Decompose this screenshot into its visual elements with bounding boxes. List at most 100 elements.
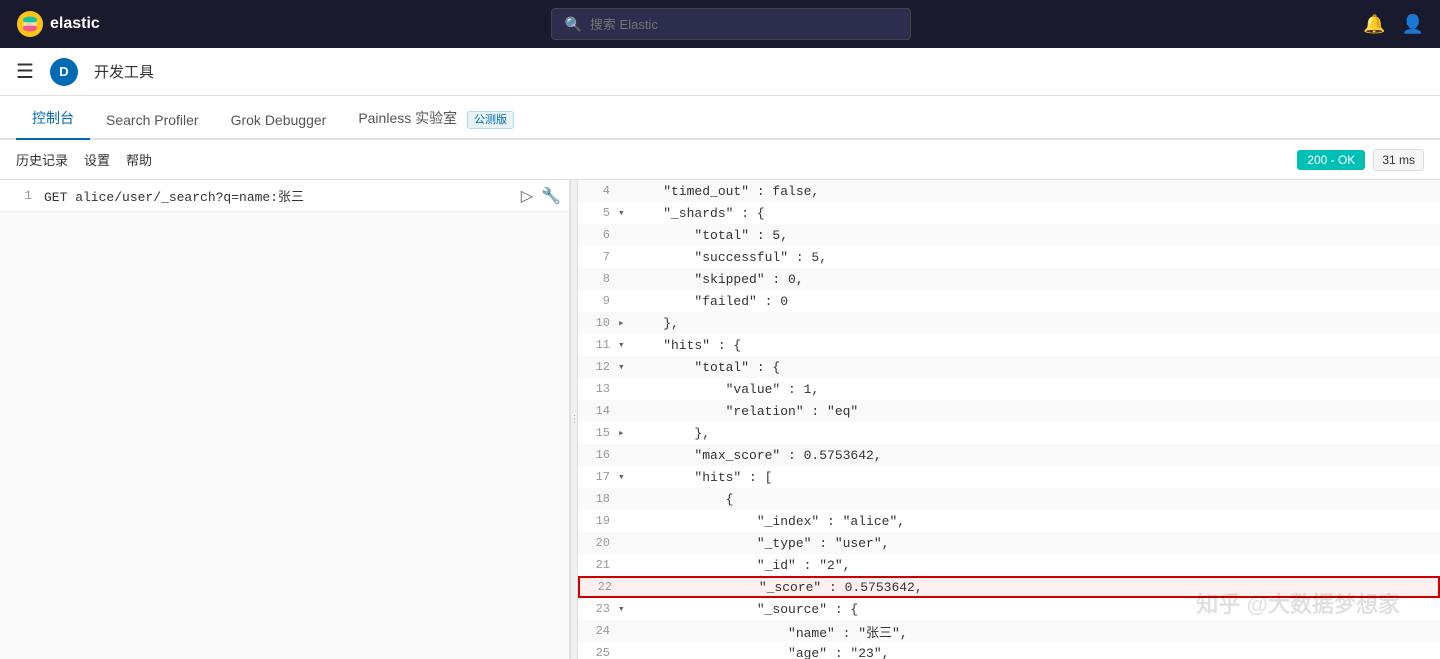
json-line-number: 10 — [582, 316, 618, 330]
json-line: 20 "_type" : "user", — [578, 532, 1440, 554]
json-line-content: "max_score" : 0.5753642, — [632, 448, 882, 463]
json-line-toggle[interactable]: ▸ — [618, 426, 632, 440]
tab-painless-label: Painless 实验室 — [358, 110, 457, 126]
json-line: 21 "_id" : "2", — [578, 554, 1440, 576]
json-line-number: 21 — [582, 558, 618, 572]
beta-badge: 公测版 — [467, 111, 514, 129]
logo-area: elastic — [16, 10, 100, 38]
sub-toolbar: 历史记录 设置 帮助 200 - OK 31 ms — [0, 140, 1440, 180]
editor-actions: ▷ 🔧 — [521, 186, 561, 206]
json-line: 9 "failed" : 0 — [578, 290, 1440, 312]
elastic-logo: elastic — [16, 10, 100, 38]
json-line: 6 "total" : 5, — [578, 224, 1440, 246]
json-line-content: "timed_out" : false, — [632, 184, 819, 199]
json-line-toggle[interactable]: ▾ — [618, 360, 632, 374]
json-line-toggle[interactable]: ▸ — [618, 316, 632, 330]
line-number: 1 — [8, 188, 32, 203]
json-line-number: 11 — [582, 338, 618, 352]
json-line-content: "total" : 5, — [632, 228, 788, 243]
search-input[interactable] — [590, 17, 899, 32]
json-line-number: 14 — [582, 404, 618, 418]
json-line: 17▾ "hits" : [ — [578, 466, 1440, 488]
second-toolbar: ☰ D 开发工具 — [0, 48, 1440, 96]
json-line-content: "_score" : 0.5753642, — [634, 580, 923, 595]
json-line-content: "_id" : "2", — [632, 558, 850, 573]
history-item[interactable]: 历史记录 — [16, 150, 68, 169]
editor-line: 1 GET alice/user/_search?q=name:张三 ▷ 🔧 — [0, 180, 569, 212]
notification-icon[interactable]: 🔔 — [1363, 14, 1385, 35]
json-line-number: 25 — [582, 646, 618, 659]
json-line-toggle[interactable]: ▾ — [618, 206, 632, 220]
json-line-content: "relation" : "eq" — [632, 404, 858, 419]
json-line-number: 17 — [582, 470, 618, 484]
avatar: D — [50, 58, 78, 86]
json-line-number: 15 — [582, 426, 618, 440]
elastic-logo-icon — [16, 10, 44, 38]
json-line-number: 23 — [582, 602, 618, 616]
json-line-number: 24 — [582, 624, 618, 638]
json-line-number: 12 — [582, 360, 618, 374]
json-line-number: 16 — [582, 448, 618, 462]
copy-icon[interactable]: 🔧 — [541, 186, 561, 206]
help-item[interactable]: 帮助 — [126, 150, 152, 169]
json-line-content: "skipped" : 0, — [632, 272, 804, 287]
json-line: 10▸ }, — [578, 312, 1440, 334]
json-line-toggle[interactable]: ▾ — [618, 470, 632, 484]
status-area: 200 - OK 31 ms — [1297, 149, 1424, 171]
json-line-toggle[interactable]: ▾ — [618, 338, 632, 352]
json-line-number: 19 — [582, 514, 618, 528]
json-line-number: 7 — [582, 250, 618, 264]
json-line-toggle[interactable]: ▾ — [618, 602, 632, 616]
json-line-number: 22 — [584, 580, 620, 594]
json-line-content: "successful" : 5, — [632, 250, 827, 265]
tab-console[interactable]: 控制台 — [16, 98, 90, 140]
json-line: 11▾ "hits" : { — [578, 334, 1440, 356]
json-line: 25 "age" : "23", — [578, 642, 1440, 659]
json-line-number: 9 — [582, 294, 618, 308]
hamburger-menu-icon[interactable]: ☰ — [16, 59, 34, 84]
global-search-bar[interactable]: 🔍 — [551, 8, 911, 40]
json-line-content: "value" : 1, — [632, 382, 819, 397]
user-icon[interactable]: 👤 — [1402, 14, 1424, 35]
json-line: 12▾ "total" : { — [578, 356, 1440, 378]
json-line: 7 "successful" : 5, — [578, 246, 1440, 268]
json-line: 4 "timed_out" : false, — [578, 180, 1440, 202]
settings-item[interactable]: 设置 — [84, 150, 110, 169]
right-panel: 4 "timed_out" : false,5▾ "_shards" : {6 … — [578, 180, 1440, 659]
json-line: 18 { — [578, 488, 1440, 510]
json-line: 24 "name" : "张三", — [578, 620, 1440, 642]
tab-grok-debugger[interactable]: Grok Debugger — [215, 102, 343, 140]
drag-handle[interactable]: ⋮ — [570, 180, 578, 659]
search-icon: 🔍 — [564, 16, 581, 33]
json-line-number: 8 — [582, 272, 618, 286]
json-line: 16 "max_score" : 0.5753642, — [578, 444, 1440, 466]
json-line-number: 13 — [582, 382, 618, 396]
elastic-logo-text: elastic — [50, 15, 100, 33]
sub-toolbar-left: 历史记录 设置 帮助 — [16, 150, 152, 169]
json-line-content: }, — [632, 426, 710, 441]
json-line-content: "age" : "23", — [632, 646, 889, 659]
editor-content[interactable]: GET alice/user/_search?q=name:张三 — [44, 186, 521, 205]
time-badge: 31 ms — [1373, 149, 1424, 171]
json-line: 14 "relation" : "eq" — [578, 400, 1440, 422]
json-line-content: { — [632, 492, 733, 507]
json-line-content: "hits" : { — [632, 338, 741, 353]
json-line-content: "total" : { — [632, 360, 780, 375]
json-line-content: "_shards" : { — [632, 206, 765, 221]
tab-painless[interactable]: Painless 实验室 公测版 — [342, 98, 530, 140]
json-line: 5▾ "_shards" : { — [578, 202, 1440, 224]
json-line-content: "_index" : "alice", — [632, 514, 905, 529]
json-line-content: "_type" : "user", — [632, 536, 889, 551]
run-icon[interactable]: ▷ — [521, 186, 533, 206]
json-line-content: "hits" : [ — [632, 470, 772, 485]
header-icons: 🔔 👤 — [1363, 14, 1424, 35]
top-header: elastic 🔍 🔔 👤 — [0, 0, 1440, 48]
dev-tools-label: 开发工具 — [94, 61, 154, 82]
json-line: 15▸ }, — [578, 422, 1440, 444]
tab-search-profiler[interactable]: Search Profiler — [90, 102, 215, 140]
json-line: 19 "_index" : "alice", — [578, 510, 1440, 532]
json-line: 23▾ "_source" : { — [578, 598, 1440, 620]
json-line-number: 5 — [582, 206, 618, 220]
left-panel: 1 GET alice/user/_search?q=name:张三 ▷ 🔧 — [0, 180, 570, 659]
main-content: 1 GET alice/user/_search?q=name:张三 ▷ 🔧 ⋮… — [0, 180, 1440, 659]
